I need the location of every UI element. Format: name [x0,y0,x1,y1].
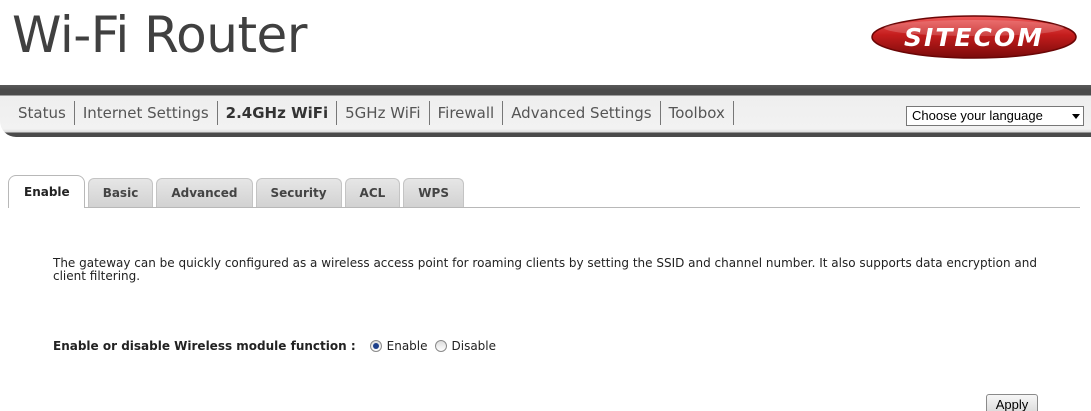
tab-basic[interactable]: Basic [87,178,154,207]
language-select[interactable]: Choose your language [906,106,1084,126]
page-description: The gateway can be quickly configured as… [53,256,1037,283]
nav-item-firewall[interactable]: Firewall [430,104,503,122]
wifi-tab-bar: Enable Basic Advanced Security ACL WPS [8,175,1080,208]
nav-item-internet-settings[interactable]: Internet Settings [75,104,217,122]
disable-radio[interactable] [434,340,447,352]
sitecom-logo: SITECOM [871,15,1077,59]
tab-wps[interactable]: WPS [403,178,464,207]
tab-security[interactable]: Security [255,178,342,207]
nav-item-2-4ghz-wifi[interactable]: 2.4GHz WiFi [218,104,336,122]
nav-divider [732,101,734,125]
language-select-value: Choose your language [912,108,1043,123]
enable-radio-label[interactable]: Enable [387,339,428,353]
nav-item-toolbox[interactable]: Toolbox [661,104,733,122]
logo-text: SITECOM [904,23,1044,52]
nav-menu: Status Internet Settings 2.4GHz WiFi 5GH… [10,98,734,128]
disable-radio-label[interactable]: Disable [452,339,497,353]
nav-item-status[interactable]: Status [10,104,74,122]
tab-enable[interactable]: Enable [8,175,85,208]
nav-item-5ghz-wifi[interactable]: 5GHz WiFi [337,104,428,122]
tab-acl[interactable]: ACL [344,178,401,207]
tab-label: Security [270,186,327,200]
tab-label: Basic [102,186,139,200]
tab-label: Enable [24,185,70,199]
apply-button[interactable]: Apply [986,394,1038,411]
tab-label: Advanced [171,186,238,200]
nav-item-advanced-settings[interactable]: Advanced Settings [503,104,659,122]
wireless-module-row: Enable or disable Wireless module functi… [53,338,503,354]
tab-label: WPS [418,186,449,200]
page-title: Wi-Fi Router [12,6,307,64]
tab-advanced[interactable]: Advanced [156,178,253,207]
tab-label: ACL [359,186,386,200]
wireless-module-label: Enable or disable Wireless module functi… [53,339,356,353]
enable-radio[interactable] [369,340,382,352]
chevron-down-icon [1072,114,1080,119]
